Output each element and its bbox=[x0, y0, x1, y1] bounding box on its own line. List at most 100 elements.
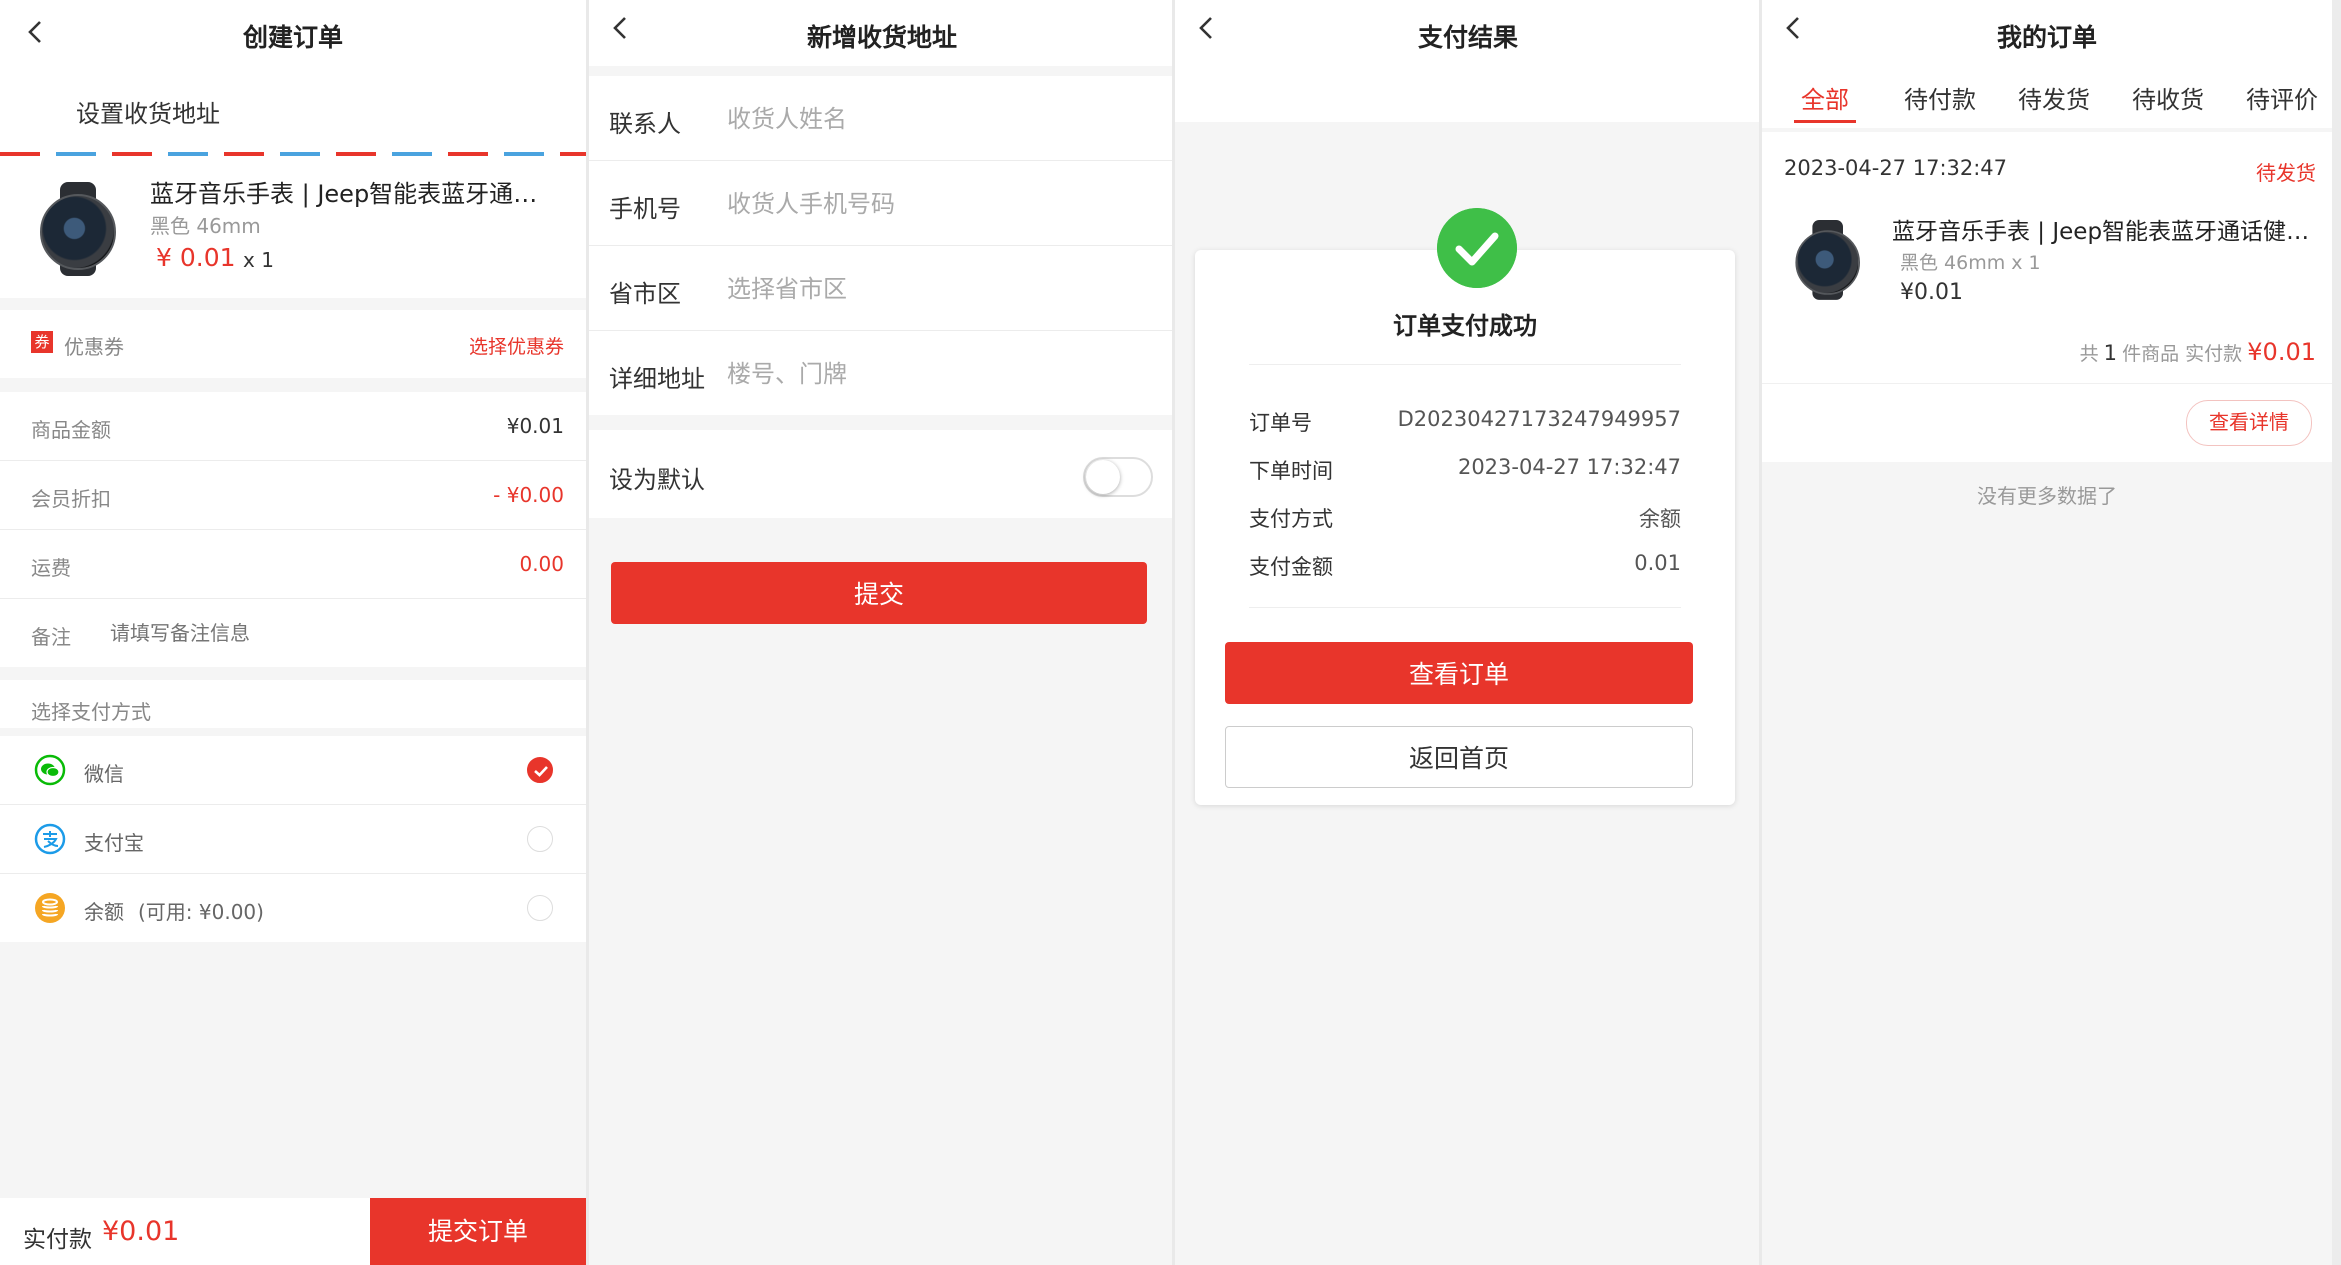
pay-total-label: 实付款 bbox=[23, 1227, 92, 1253]
phone-field: 手机号 bbox=[589, 161, 1175, 245]
pay-method-label: 微信 bbox=[84, 762, 124, 786]
radio-unselected[interactable] bbox=[527, 826, 553, 852]
info-label: 支付方式 bbox=[1249, 507, 1333, 531]
goods-count: 1 bbox=[2103, 341, 2118, 365]
fee-value: ¥0.01 bbox=[506, 414, 564, 438]
fee-label: 商品金额 bbox=[31, 418, 111, 442]
balance-available: (可用: ¥0.00) bbox=[138, 900, 264, 924]
tab-all[interactable]: 全部 bbox=[1801, 80, 1849, 115]
fee-value: - ¥0.00 bbox=[493, 483, 564, 507]
set-address-label: 设置收货地址 bbox=[76, 100, 220, 128]
order-time: 2023-04-27 17:32:47 bbox=[1457, 455, 1681, 479]
page-title: 支付结果 bbox=[1417, 23, 1518, 52]
wechat-icon bbox=[34, 754, 66, 786]
coupon-icon: 券 bbox=[31, 331, 53, 353]
radio-selected[interactable] bbox=[527, 757, 553, 783]
select-coupon-link[interactable]: 选择优惠券 bbox=[469, 332, 564, 359]
remark-input[interactable] bbox=[108, 615, 552, 651]
toggle-knob bbox=[1086, 460, 1120, 494]
tab-pending-receipt[interactable]: 待收货 bbox=[2132, 80, 2204, 115]
fee-row-member-discount: 会员折扣 - ¥0.00 bbox=[0, 461, 586, 529]
summary-prefix: 共 bbox=[2079, 343, 2099, 365]
result-card: 订单支付成功 订单号 D20230427173247949957 下单时间 20… bbox=[1195, 250, 1735, 805]
goods-spec: 黑色 46mm bbox=[150, 214, 261, 238]
back-home-button[interactable]: 返回首页 bbox=[1225, 726, 1693, 788]
address-stripe-divider bbox=[0, 152, 586, 156]
field-label: 手机号 bbox=[609, 195, 681, 223]
watch-product-image bbox=[1792, 220, 1863, 300]
goods-qty: x 1 bbox=[243, 248, 274, 272]
navbar: 创建订单 bbox=[0, 0, 586, 66]
view-detail-button[interactable]: 查看详情 bbox=[2186, 400, 2312, 446]
detail-address-field: 详细地址 bbox=[589, 331, 1175, 415]
active-tab-indicator bbox=[1794, 120, 1856, 123]
page-title: 创建订单 bbox=[242, 23, 343, 52]
navbar: 我的订单 全部 待付款 待发货 待收货 待评价 bbox=[1762, 0, 2332, 128]
contact-field: 联系人 bbox=[589, 76, 1175, 160]
radio-unselected[interactable] bbox=[527, 895, 553, 921]
order-status-badge: 待发货 bbox=[2256, 161, 2316, 185]
submit-order-button[interactable]: 提交订单 bbox=[370, 1198, 586, 1265]
goods-item: 蓝牙音乐手表 | Jeep智能表蓝牙通话健康手表 黑色 46mm ¥ 0.01 … bbox=[0, 158, 586, 298]
pay-method-balance[interactable]: 余额 (可用: ¥0.00) bbox=[0, 874, 586, 942]
pay-method: 余额 bbox=[1639, 507, 1681, 531]
balance-icon bbox=[35, 893, 65, 923]
alipay-icon bbox=[34, 823, 66, 855]
order-card[interactable]: 2023-04-27 17:32:47 待发货 蓝牙音乐手表 | Jeep智能表… bbox=[1762, 132, 2332, 462]
check-icon bbox=[534, 766, 548, 777]
contact-name-input[interactable] bbox=[725, 98, 1149, 140]
coupon-label: 优惠券 bbox=[64, 335, 124, 359]
region-field: 省市区 bbox=[589, 246, 1175, 330]
fee-value: 0.00 bbox=[519, 552, 564, 576]
bottom-bar: 实付款 ¥0.01 提交订单 bbox=[0, 1198, 586, 1265]
set-default-label: 设为默认 bbox=[609, 466, 705, 494]
summary-mid: 件商品 实付款 bbox=[2122, 343, 2243, 365]
panel-divider bbox=[2332, 0, 2341, 1265]
pay-method-header: 选择支付方式 bbox=[0, 680, 586, 728]
watch-product-image bbox=[36, 182, 120, 276]
submit-button[interactable]: 提交 bbox=[611, 562, 1147, 624]
goods-spec: 黑色 46mm x 1 bbox=[1900, 252, 2041, 274]
set-address-row[interactable]: 设置收货地址 bbox=[0, 66, 586, 158]
pay-method-label: 支付宝 bbox=[84, 831, 144, 855]
create-order-screen: 创建订单 设置收货地址 蓝牙音乐手表 | Jeep智能表蓝牙通话健康手表 黑色 … bbox=[0, 0, 586, 1265]
coupon-row[interactable]: 券 优惠券 选择优惠券 bbox=[0, 310, 586, 378]
order-time: 2023-04-27 17:32:47 bbox=[1784, 156, 2008, 180]
fee-row-goods-amount: 商品金额 ¥0.01 bbox=[0, 392, 586, 460]
pay-total-amount: ¥0.01 bbox=[102, 1216, 180, 1247]
new-address-screen: 新增收货地址 联系人 手机号 省市区 详细地址 设为默认 提交 bbox=[589, 0, 1175, 1265]
detail-address-input[interactable] bbox=[725, 353, 1149, 395]
goods-price: ¥ 0.01 bbox=[156, 243, 236, 272]
phone-input[interactable] bbox=[725, 183, 1149, 225]
pay-result-screen: 支付结果 订单支付成功 订单号 D20230427173247949957 下单… bbox=[1175, 0, 1761, 1265]
default-toggle[interactable] bbox=[1083, 457, 1153, 497]
navbar: 新增收货地址 bbox=[589, 0, 1175, 66]
divider bbox=[1762, 383, 2332, 384]
region-select[interactable] bbox=[725, 268, 1149, 310]
pay-method-wechat[interactable]: 微信 bbox=[0, 736, 586, 804]
goods-price: ¥0.01 bbox=[1900, 280, 1963, 305]
goods-name: 蓝牙音乐手表 | Jeep智能表蓝牙通话健康手表 bbox=[150, 180, 560, 208]
divider bbox=[1249, 607, 1681, 608]
fee-row-shipping: 运费 0.00 bbox=[0, 530, 586, 598]
order-number: D20230427173247949957 bbox=[1397, 407, 1681, 431]
tab-pending-shipment[interactable]: 待发货 bbox=[2018, 80, 2090, 115]
goods-name: 蓝牙音乐手表 | Jeep智能表蓝牙通话健康手表 bbox=[1892, 219, 2322, 245]
info-label: 支付金额 bbox=[1249, 555, 1333, 579]
success-check-icon bbox=[1437, 208, 1517, 288]
remark-label: 备注 bbox=[31, 625, 71, 649]
order-total: ¥0.01 bbox=[2247, 338, 2316, 366]
field-label: 详细地址 bbox=[609, 365, 705, 393]
no-more-data: 没有更多数据了 bbox=[1977, 484, 2117, 508]
view-order-button[interactable]: 查看订单 bbox=[1225, 642, 1693, 704]
set-default-row: 设为默认 bbox=[589, 430, 1175, 518]
pay-method-alipay[interactable]: 支付宝 bbox=[0, 805, 586, 873]
pay-status-text: 订单支付成功 bbox=[1393, 312, 1537, 340]
tab-pending-payment[interactable]: 待付款 bbox=[1904, 80, 1976, 115]
remark-row: 备注 bbox=[0, 599, 586, 667]
tab-pending-review[interactable]: 待评价 bbox=[2246, 80, 2318, 115]
field-label: 联系人 bbox=[609, 110, 681, 138]
field-label: 省市区 bbox=[609, 280, 681, 308]
fee-label: 会员折扣 bbox=[31, 487, 111, 511]
pay-method-label: 余额 bbox=[84, 900, 124, 924]
